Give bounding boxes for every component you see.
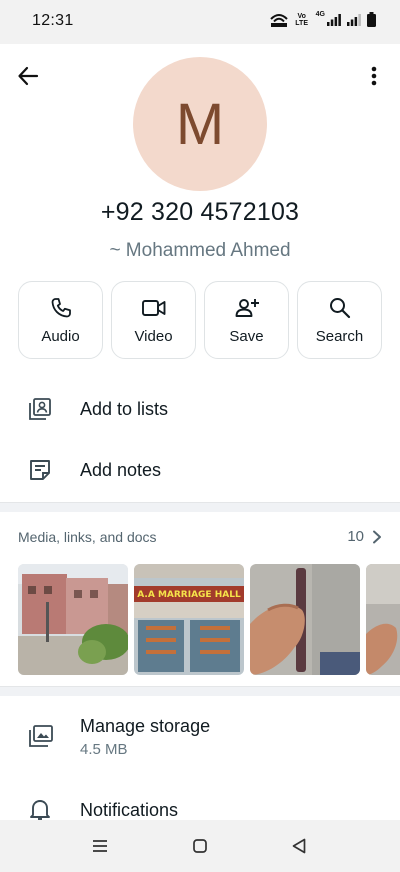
media-thumb-hand-phone[interactable] [250,564,360,675]
video-call-button[interactable]: Video [111,281,196,359]
storage-icon [28,724,54,753]
square-icon [193,839,207,853]
phone-number: +92 320 4572103 [100,198,300,226]
note-icon [28,458,52,482]
triangle-back-icon [292,838,306,854]
search-label: Search [315,327,364,345]
hotspot-icon [269,13,288,27]
signal-icon [327,13,341,26]
contact-name: ~ Mohammed Ahmed [109,240,291,261]
save-label: Save [229,327,264,345]
status-bar: 12:31 Vo LTE 4G [0,0,400,44]
menu-icon [93,840,107,852]
avatar-letter: M [175,91,225,157]
save-contact-button[interactable]: Save [204,281,289,359]
notifications-row[interactable]: Notifications [0,788,400,820]
video-label: Video [134,327,173,345]
search-icon [329,297,350,318]
home-button[interactable] [188,834,212,858]
section-divider-2 [0,686,400,696]
add-notes-row[interactable]: Add notes [0,440,400,500]
media-thumbnails: A.A MARRIAGE HALL [18,564,400,675]
phone-icon [51,297,71,317]
manage-storage-label: Manage storage [80,716,211,736]
section-divider [0,502,400,512]
chevron-right-icon [373,530,381,543]
video-icon [141,299,165,316]
media-thumb-marriage-hall[interactable]: A.A MARRIAGE HALL [134,564,244,675]
system-nav-bar [0,820,400,872]
audio-label: Audio [41,327,80,345]
add-to-lists-label: Add to lists [80,398,169,419]
media-thumb-street[interactable] [18,564,128,675]
avatar[interactable]: M [133,57,267,191]
volte-indicator: Vo LTE [295,12,308,27]
status-time: 12:31 [32,12,74,29]
arrow-back-icon [18,66,39,86]
more-vert-icon [371,66,377,86]
media-header[interactable]: Media, links, and docs 10 [18,528,382,545]
more-options-button[interactable] [360,60,388,92]
bell-icon [30,798,50,820]
manage-storage-row[interactable]: Manage storage 4.5 MB [0,700,400,770]
audio-call-button[interactable]: Audio [18,281,103,359]
add-to-lists-row[interactable]: Add to lists [0,379,400,439]
status-icons: Vo LTE 4G [269,11,376,27]
battery-icon [367,12,376,27]
thumb-sign-text: A.A MARRIAGE HALL [137,590,241,600]
contact-list-icon [28,397,52,421]
system-back-button[interactable] [287,834,311,858]
search-button[interactable]: Search [297,281,382,359]
media-title: Media, links, and docs [18,528,157,545]
notifications-label: Notifications [80,800,179,820]
back-button[interactable] [12,60,44,92]
action-buttons: Audio Video Save Search [18,281,382,359]
network-type: 4G [315,11,325,18]
add-person-icon [235,298,259,317]
media-thumb-partial[interactable] [366,564,400,675]
media-count-group: 10 [347,528,382,545]
signal-icon-2 [347,13,361,26]
add-notes-label: Add notes [80,459,162,480]
recents-button[interactable] [88,834,112,858]
media-count: 10 [347,528,364,545]
storage-size: 4.5 MB [80,741,128,758]
